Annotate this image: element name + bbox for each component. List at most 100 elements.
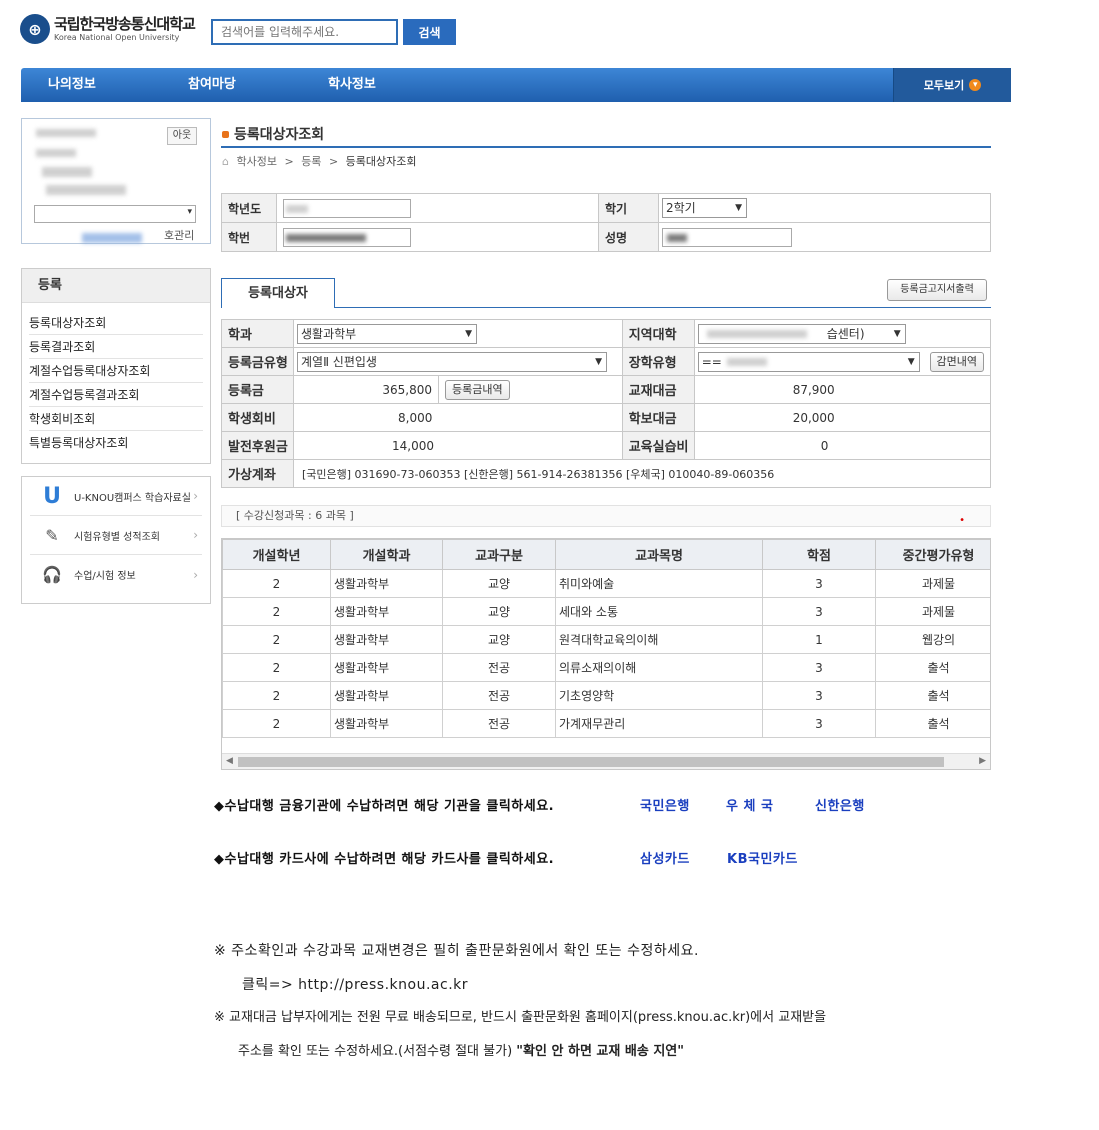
quick-link-exam-grade[interactable]: ✎ 시험유형별 성적조회 › xyxy=(30,516,202,555)
course-count-bar: [ 수강신청과목 : 6 과목 ] • xyxy=(221,505,991,527)
home-icon: ⌂ xyxy=(222,155,229,168)
cell-grade: 2 xyxy=(222,709,331,738)
reduction-detail-button[interactable]: 감면내역 xyxy=(929,351,985,372)
quick-link-label: U-KNOU캠퍼스 학습자료실 xyxy=(74,492,191,504)
left-menu-item[interactable]: 학생회비조회 xyxy=(29,407,203,431)
cell-dept: 생활과학부 xyxy=(330,569,443,598)
nav-item-community[interactable]: 참여마당 xyxy=(188,68,236,102)
card-instruction: ◆수납대행 카드사에 수납하려면 해당 카드사를 클릭하세요. xyxy=(214,852,555,867)
scholarship-select[interactable]: == ▼ xyxy=(697,351,920,372)
student-fee-value: 8,000 xyxy=(293,403,623,432)
newsletter-value: 20,000 xyxy=(693,403,992,432)
card-link-kb[interactable]: KB국민카드 xyxy=(727,848,798,867)
left-menu-item[interactable]: 계절수업등록결과조회 xyxy=(29,383,203,407)
breadcrumb-separator: > xyxy=(284,155,294,168)
scholarship-label: 장학유형 xyxy=(621,347,695,376)
scholarship-value: == xyxy=(701,354,722,369)
table-row: 2 생활과학부 전공 기초영양학 3 출석 xyxy=(222,681,990,710)
cell-course: 세대와 소통 xyxy=(555,597,763,626)
semester-select[interactable]: 2학기 ▼ xyxy=(662,198,747,218)
bank-link-post[interactable]: 우 체 국 xyxy=(726,795,773,814)
university-logo[interactable]: ⊕ 국립한국방송통신대학교 Korea National Open Univer… xyxy=(20,14,196,44)
cell-grade: 2 xyxy=(222,597,331,626)
course-table: 개설학년 개설학과 교과구분 교과목명 학점 중간평가유형 2 생활과학부 교양… xyxy=(222,539,990,738)
search-input[interactable] xyxy=(211,19,398,45)
cell-credit: 3 xyxy=(762,681,876,710)
cell-dept: 생활과학부 xyxy=(330,625,443,654)
year-field[interactable] xyxy=(283,198,411,218)
breadcrumb-item[interactable]: 학사정보 xyxy=(236,155,276,168)
scroll-right-icon[interactable]: ▶ xyxy=(979,756,986,766)
chevron-down-icon: ▼ xyxy=(907,356,915,367)
title-divider xyxy=(221,146,991,148)
show-all-button[interactable]: 모두보기 ▾ xyxy=(893,68,1011,102)
table-row: 2 생활과학부 교양 세대와 소통 3 과제물 xyxy=(222,597,990,626)
tuition-label: 등록금 xyxy=(221,375,294,404)
course-count-text: [ 수강신청과목 : 6 과목 ] xyxy=(236,509,354,522)
textbook-label: 교재대금 xyxy=(621,375,695,404)
col-header: 학점 xyxy=(762,539,876,570)
quick-link-label: 시험유형별 성적조회 xyxy=(74,531,160,543)
search-button[interactable]: 검색 xyxy=(403,19,456,45)
practice-label: 교육실습비 xyxy=(621,431,695,460)
cell-eval: 과제물 xyxy=(875,597,990,626)
cell-credit: 3 xyxy=(762,569,876,598)
name-label: 성명 xyxy=(598,222,659,252)
profile-select[interactable]: ▾ xyxy=(34,205,196,223)
page-title: 등록대상자조회 xyxy=(222,124,324,144)
region-label: 지역대학 xyxy=(621,319,695,348)
chevron-right-icon: › xyxy=(193,567,198,582)
notice-textbook-delivery: ※ 교재대금 납부자에게는 전원 무료 배송되므로, 반드시 출판문화원 홈페이… xyxy=(214,1010,827,1025)
scrollbar-thumb[interactable] xyxy=(238,757,944,767)
cell-dept: 생활과학부 xyxy=(330,681,443,710)
cell-dept: 생활과학부 xyxy=(330,653,443,682)
practice-value: 0 xyxy=(693,431,992,460)
cell-course: 의류소재의이해 xyxy=(555,653,763,682)
scroll-left-icon[interactable]: ◀ xyxy=(226,756,233,766)
name-field[interactable] xyxy=(662,227,792,247)
u-knou-icon: U xyxy=(43,483,61,509)
horizontal-scrollbar[interactable]: ◀ ▶ xyxy=(222,753,990,769)
region-select[interactable]: 습센터) ▼ xyxy=(697,323,906,344)
logo-title: 국립한국방송통신대학교 xyxy=(54,14,196,33)
press-link[interactable]: 클릭=> http://press.knou.ac.kr xyxy=(242,974,468,994)
left-menu-item[interactable]: 등록결과조회 xyxy=(29,335,203,359)
nav-item-academic[interactable]: 학사정보 xyxy=(328,68,376,102)
cell-eval: 과제물 xyxy=(875,569,990,598)
cell-eval: 출석 xyxy=(875,681,990,710)
tab-registration-target[interactable]: 등록대상자 xyxy=(221,278,335,308)
tab-underline xyxy=(335,307,991,308)
dept-select[interactable]: 생활과학부 ▼ xyxy=(297,323,477,344)
password-manage-link[interactable]: 호관리 xyxy=(164,227,194,243)
tuition-value: 365,800 xyxy=(293,375,439,404)
cell-course: 취미와예술 xyxy=(555,569,763,598)
nav-item-my-info[interactable]: 나의정보 xyxy=(48,68,96,102)
logo-subtitle: Korea National Open University xyxy=(54,32,180,42)
chevron-right-icon: › xyxy=(193,528,198,542)
quick-link-class-info[interactable]: 🎧 수업/시험 정보 › xyxy=(30,555,202,594)
cell-eval: 출석 xyxy=(875,653,990,682)
bank-link-kookmin[interactable]: 국민은행 xyxy=(640,795,690,814)
bank-link-shinhan[interactable]: 신한은행 xyxy=(815,795,865,814)
cell-course: 원격대학교육의이해 xyxy=(555,625,763,654)
breadcrumb-item[interactable]: 등록 xyxy=(301,155,321,168)
student-no-field[interactable] xyxy=(283,227,411,247)
cell-credit: 3 xyxy=(762,597,876,626)
fee-type-value: 계열Ⅱ 신편입생 xyxy=(301,354,377,369)
left-menu-item[interactable]: 특별등록대상자조회 xyxy=(29,431,203,455)
logout-button[interactable]: 아웃 xyxy=(167,127,197,145)
print-bill-button[interactable]: 등록금고지서출력 xyxy=(887,279,987,301)
course-table-container: 개설학년 개설학과 교과구분 교과목명 학점 중간평가유형 2 생활과학부 교양… xyxy=(221,538,991,770)
fee-type-select[interactable]: 계열Ⅱ 신편입생 ▼ xyxy=(297,351,607,372)
col-header: 교과목명 xyxy=(555,539,763,570)
left-menu-item[interactable]: 계절수업등록대상자조회 xyxy=(29,359,203,383)
cell-grade: 2 xyxy=(222,681,331,710)
left-menu-item[interactable]: 등록대상자조회 xyxy=(29,311,203,335)
table-row: 2 생활과학부 교양 원격대학교육의이해 1 웹강의 xyxy=(222,625,990,654)
cell-dept: 생활과학부 xyxy=(330,597,443,626)
cell-eval: 출석 xyxy=(875,709,990,738)
quick-link-u-knou[interactable]: U U-KNOU캠퍼스 학습자료실 › xyxy=(30,477,202,516)
card-link-samsung[interactable]: 삼성카드 xyxy=(640,848,690,867)
tuition-detail-button[interactable]: 등록금내역 xyxy=(445,379,510,400)
fee-type-label: 등록금유형 xyxy=(221,347,294,376)
